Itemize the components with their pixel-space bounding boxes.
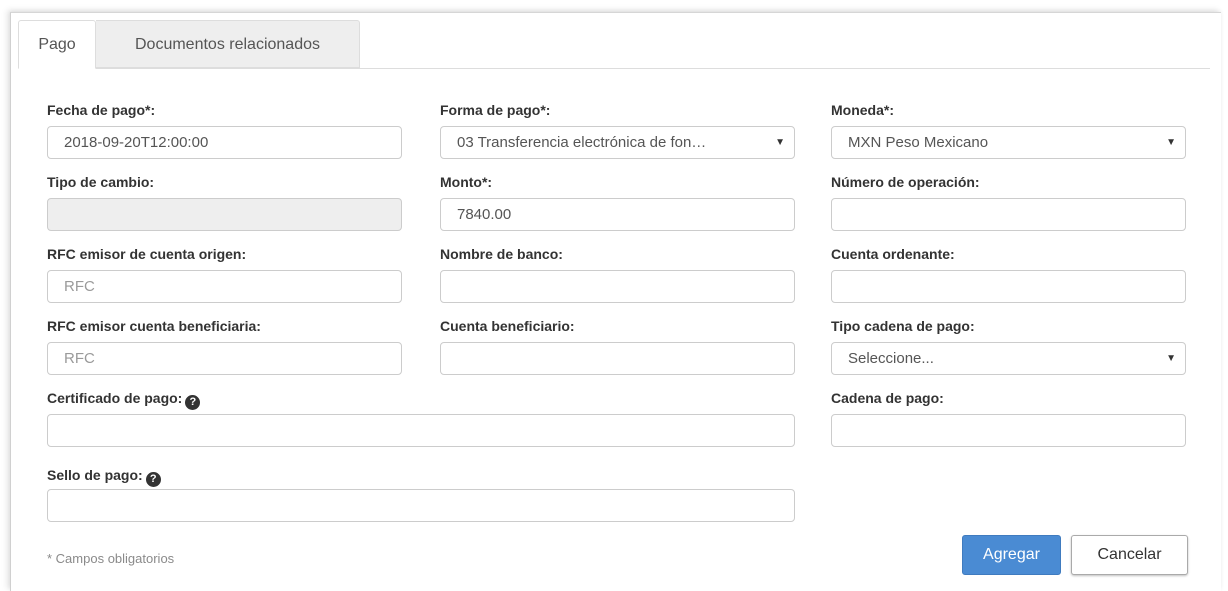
rfc-beneficiaria-label: RFC emisor cuenta beneficiaria: bbox=[47, 318, 261, 334]
certificado-label: Certificado de pago: bbox=[47, 390, 183, 406]
fecha-pago-label: Fecha de pago*: bbox=[47, 102, 156, 118]
question-circle-icon[interactable]: ? bbox=[145, 472, 161, 487]
tab-bar: Pago Documentos relacionados bbox=[18, 20, 1210, 69]
tipo-cadena-value: Seleccione... bbox=[848, 350, 934, 367]
certificado-input[interactable] bbox=[47, 414, 795, 447]
certificado-label-group: Certificado de pago:? bbox=[47, 389, 201, 410]
numero-operacion-input[interactable] bbox=[831, 198, 1186, 231]
cuenta-beneficiario-label: Cuenta beneficiario: bbox=[440, 318, 575, 334]
forma-pago-select[interactable]: 03 Transferencia electrónica de fon… ▼ bbox=[440, 126, 795, 159]
rfc-origen-input[interactable]: RFC bbox=[47, 270, 402, 303]
nombre-banco-input[interactable] bbox=[440, 270, 795, 303]
cuenta-ordenante-input[interactable] bbox=[831, 270, 1186, 303]
cuenta-beneficiario-input[interactable] bbox=[440, 342, 795, 375]
rfc-beneficiaria-input[interactable]: RFC bbox=[47, 342, 402, 375]
fecha-pago-input[interactable]: 2018-09-20T12:00:00 bbox=[47, 126, 402, 159]
monto-input[interactable]: 7840.00 bbox=[440, 198, 795, 231]
sello-input[interactable] bbox=[47, 489, 795, 522]
tab-documentos-relacionados[interactable]: Documentos relacionados bbox=[96, 20, 360, 68]
forma-pago-label: Forma de pago*: bbox=[440, 102, 551, 118]
agregar-button[interactable]: Agregar bbox=[962, 535, 1061, 575]
rfc-origen-label: RFC emisor de cuenta origen: bbox=[47, 246, 247, 262]
sello-label-group: Sello de pago:? bbox=[47, 466, 161, 487]
required-fields-note: * Campos obligatorios bbox=[47, 551, 175, 566]
tipo-cambio-label: Tipo de cambio: bbox=[47, 174, 155, 190]
cancelar-button[interactable]: Cancelar bbox=[1071, 535, 1188, 575]
forma-pago-value: 03 Transferencia electrónica de fon… bbox=[457, 134, 707, 151]
tipo-cadena-label: Tipo cadena de pago: bbox=[831, 318, 975, 334]
question-circle-icon[interactable]: ? bbox=[185, 395, 201, 410]
monto-label: Monto*: bbox=[440, 174, 493, 190]
numero-operacion-label: Número de operación: bbox=[831, 174, 980, 190]
tab-pago[interactable]: Pago bbox=[18, 20, 96, 69]
caret-down-icon: ▼ bbox=[1166, 137, 1176, 148]
tipo-cadena-select[interactable]: Seleccione... ▼ bbox=[831, 342, 1186, 375]
caret-down-icon: ▼ bbox=[1166, 353, 1176, 364]
moneda-select[interactable]: MXN Peso Mexicano ▼ bbox=[831, 126, 1186, 159]
cadena-pago-input[interactable] bbox=[831, 414, 1186, 447]
caret-down-icon: ▼ bbox=[775, 137, 785, 148]
sello-label: Sello de pago: bbox=[47, 467, 143, 483]
cadena-pago-label: Cadena de pago: bbox=[831, 390, 944, 406]
moneda-value: MXN Peso Mexicano bbox=[848, 134, 989, 151]
moneda-label: Moneda*: bbox=[831, 102, 894, 118]
cuenta-ordenante-label: Cuenta ordenante: bbox=[831, 246, 955, 262]
nombre-banco-label: Nombre de banco: bbox=[440, 246, 563, 262]
tipo-cambio-input bbox=[47, 198, 402, 231]
